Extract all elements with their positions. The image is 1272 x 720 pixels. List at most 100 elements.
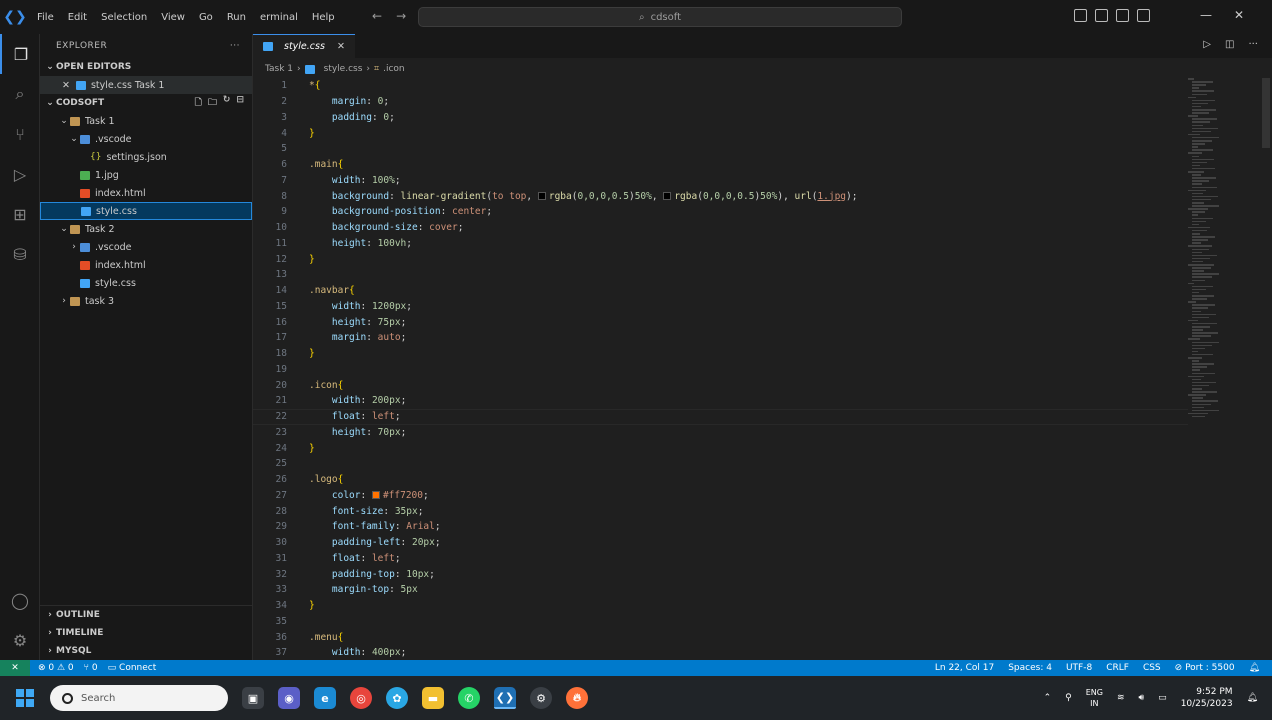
- tree-item[interactable]: style.css: [40, 202, 252, 220]
- battery-icon[interactable]: ▭: [1158, 693, 1167, 703]
- whatsapp-icon[interactable]: ✆: [458, 687, 480, 709]
- timeline-section[interactable]: › TIMELINE: [40, 624, 252, 642]
- tree-item[interactable]: 1.jpg: [40, 166, 252, 184]
- problems-status[interactable]: ⊗ 0 ⚠ 0: [38, 663, 74, 673]
- code-line[interactable]: 25: [253, 456, 1188, 472]
- outline-section[interactable]: › OUTLINE: [40, 606, 252, 624]
- gear-icon[interactable]: ⚙: [0, 620, 40, 660]
- code-line[interactable]: 1 *{: [253, 78, 1188, 94]
- mysql-section[interactable]: › MYSQL: [40, 642, 252, 660]
- code-line[interactable]: 33 margin-top: 5px: [253, 582, 1188, 598]
- cursor-position[interactable]: Ln 22, Col 17: [935, 663, 994, 673]
- code-line[interactable]: 37 width: 400px;: [253, 645, 1188, 660]
- refresh-icon[interactable]: ↻: [223, 95, 231, 111]
- clock[interactable]: 9:52 PM 10/25/2023: [1181, 686, 1233, 710]
- code-line[interactable]: 10 background-size: cover;: [253, 220, 1188, 236]
- tree-item[interactable]: ⌄ .vscode: [40, 130, 252, 148]
- menu-run[interactable]: Run: [220, 12, 253, 23]
- run-icon[interactable]: ▷: [1203, 39, 1211, 50]
- more-actions-icon[interactable]: ···: [230, 41, 240, 51]
- code-line[interactable]: 5: [253, 141, 1188, 157]
- indentation-status[interactable]: Spaces: 4: [1008, 663, 1052, 673]
- vscode-taskbar-icon[interactable]: ❮❯: [494, 687, 516, 709]
- language-mode[interactable]: CSS: [1143, 663, 1161, 673]
- code-line[interactable]: 36 .menu{: [253, 629, 1188, 645]
- start-button[interactable]: [0, 676, 50, 720]
- firefox-icon[interactable]: 🔥︎: [566, 687, 588, 709]
- minimize-icon[interactable]: —: [1200, 8, 1212, 22]
- connect-status[interactable]: ▭ Connect: [108, 663, 157, 673]
- menu-help[interactable]: Help: [305, 12, 342, 23]
- code-line[interactable]: 2 margin: 0;: [253, 94, 1188, 110]
- tree-item[interactable]: index.html: [40, 256, 252, 274]
- code-line[interactable]: 24}: [253, 440, 1188, 456]
- code-line[interactable]: 15 width: 1200px;: [253, 299, 1188, 315]
- notifications-icon[interactable]: 🔔︎: [1249, 663, 1260, 673]
- search-icon[interactable]: ⌕: [0, 74, 40, 114]
- taskbar-search[interactable]: Search: [50, 685, 228, 711]
- menu-go[interactable]: Go: [192, 12, 220, 23]
- menu-edit[interactable]: Edit: [61, 12, 94, 23]
- account-icon[interactable]: ◯: [0, 580, 40, 620]
- code-line[interactable]: 26 .logo{: [253, 472, 1188, 488]
- code-line[interactable]: 30 padding-left: 20px;: [253, 535, 1188, 551]
- open-editor-item[interactable]: ✕ style.css Task 1: [40, 76, 252, 94]
- code-line[interactable]: 29 font-family: Arial;: [253, 519, 1188, 535]
- code-line[interactable]: 34}: [253, 598, 1188, 614]
- tree-item[interactable]: {} settings.json: [40, 148, 252, 166]
- chrome-icon[interactable]: ◎: [350, 687, 372, 709]
- code-line[interactable]: 27 color: #ff7200;: [253, 488, 1188, 504]
- split-editor-icon[interactable]: ◫: [1225, 39, 1234, 50]
- code-line[interactable]: 11 height: 100vh;: [253, 236, 1188, 252]
- scroll-thumb[interactable]: [1262, 78, 1270, 148]
- code-line[interactable]: 17 margin: auto;: [253, 330, 1188, 346]
- minimap[interactable]: [1186, 78, 1258, 660]
- teams-icon[interactable]: ◉: [278, 687, 300, 709]
- code-line[interactable]: 32 padding-top: 10px;: [253, 566, 1188, 582]
- code-line[interactable]: 7 width: 100%;: [253, 173, 1188, 189]
- code-line[interactable]: 28 font-size: 35px;: [253, 503, 1188, 519]
- encoding-status[interactable]: UTF-8: [1066, 663, 1092, 673]
- code-editor[interactable]: 1 *{2 margin: 0; 3 padding: 0; 4} 5 6 .main{7 …: [253, 78, 1188, 660]
- more-actions-icon[interactable]: ···: [1248, 39, 1258, 50]
- ports-status[interactable]: ⑂ 0: [84, 663, 98, 673]
- settings-app-icon[interactable]: ✿: [386, 687, 408, 709]
- code-line[interactable]: 13: [253, 267, 1188, 283]
- editor-scrollbar[interactable]: [1260, 78, 1272, 660]
- close-icon[interactable]: ✕: [62, 80, 70, 91]
- code-line[interactable]: 16 height: 75px;: [253, 314, 1188, 330]
- new-folder-icon[interactable]: 🗀: [208, 95, 217, 111]
- back-arrow-icon[interactable]: ←: [372, 9, 382, 23]
- file-explorer-icon[interactable]: ▬: [422, 687, 444, 709]
- breadcrumb-file[interactable]: style.css: [324, 64, 363, 74]
- toggle-secondary-sidebar-icon[interactable]: [1116, 9, 1129, 22]
- menu-view[interactable]: View: [154, 12, 192, 23]
- source-control-icon[interactable]: ⑂: [0, 114, 40, 154]
- code-line[interactable]: 14 .navbar{: [253, 283, 1188, 299]
- code-line[interactable]: 9 background-position: center;: [253, 204, 1188, 220]
- code-line[interactable]: 3 padding: 0;: [253, 110, 1188, 126]
- code-line[interactable]: 35: [253, 614, 1188, 630]
- code-line[interactable]: 6 .main{: [253, 157, 1188, 173]
- live-server-status[interactable]: ⊘ Port : 5500: [1175, 663, 1235, 673]
- code-line[interactable]: 12}: [253, 251, 1188, 267]
- new-file-icon[interactable]: 🗋: [195, 95, 202, 111]
- breadcrumb-symbol[interactable]: .icon: [383, 64, 405, 74]
- workspace-header[interactable]: ⌄ CODSOFT 🗋 🗀 ↻ ⊟: [40, 94, 252, 112]
- open-editors-header[interactable]: ⌄ OPEN EDITORS: [40, 58, 252, 76]
- tab-style-css[interactable]: style.css ✕: [253, 34, 355, 58]
- menu-selection[interactable]: Selection: [94, 12, 154, 23]
- collapse-all-icon[interactable]: ⊟: [236, 95, 244, 111]
- close-window-icon[interactable]: ✕: [1234, 8, 1244, 22]
- toggle-sidebar-icon[interactable]: [1074, 9, 1087, 22]
- chevron-up-icon[interactable]: ⌃: [1044, 693, 1052, 703]
- menu-terminal[interactable]: erminal: [253, 12, 305, 23]
- database-icon[interactable]: ⛁: [0, 234, 40, 274]
- code-line[interactable]: 23 height: 70px;: [253, 425, 1188, 441]
- tree-item[interactable]: index.html: [40, 184, 252, 202]
- code-line[interactable]: 20 .icon{: [253, 377, 1188, 393]
- volume-icon[interactable]: 🔊︎: [1139, 693, 1145, 703]
- eol-status[interactable]: CRLF: [1106, 663, 1129, 673]
- code-line[interactable]: 19: [253, 362, 1188, 378]
- forward-arrow-icon[interactable]: →: [396, 9, 406, 23]
